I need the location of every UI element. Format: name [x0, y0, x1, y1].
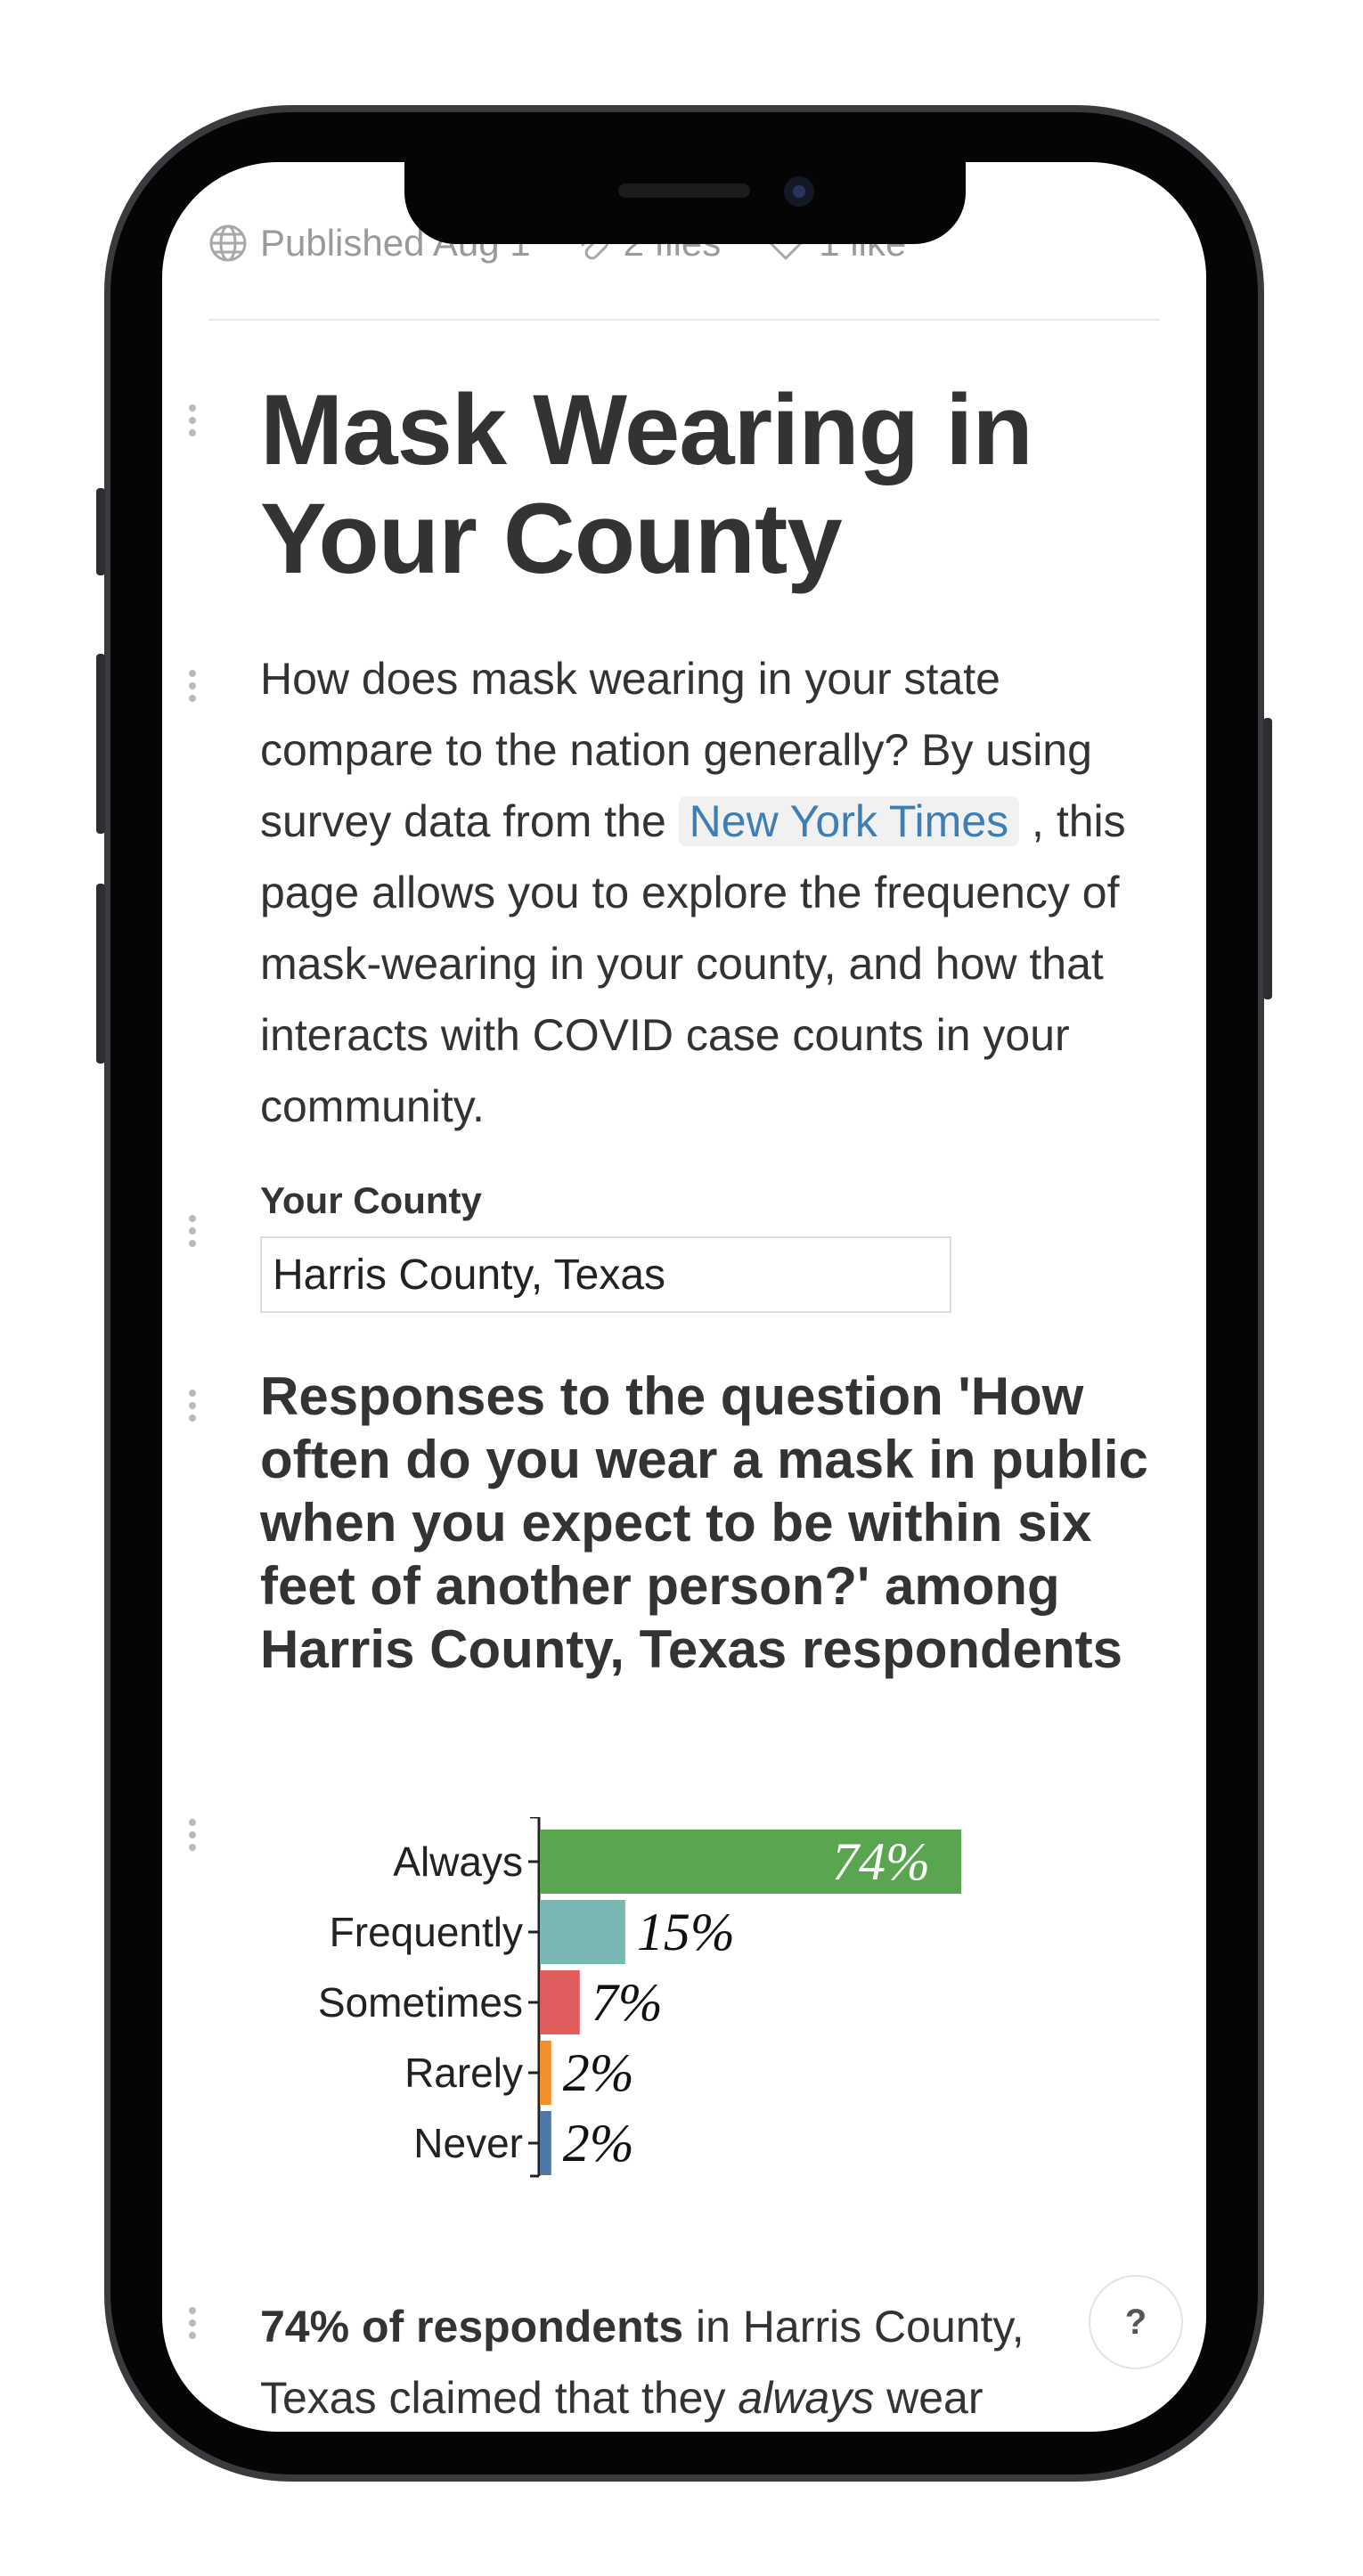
bar-sometimes	[540, 1970, 580, 2034]
data-label-always: 74%	[832, 1832, 930, 1891]
county-label: Your County	[260, 1179, 482, 1221]
tick-label-always: Always	[393, 1838, 523, 1885]
drag-handle[interactable]	[189, 1215, 198, 1247]
bar-frequently	[540, 1900, 625, 1964]
silent-switch	[96, 488, 105, 575]
screen: Published Aug 1 2 files 1 like Mask Wear…	[162, 162, 1206, 2432]
notch	[404, 151, 966, 244]
help-button[interactable]: ?	[1089, 2275, 1183, 2369]
tick-label-rarely: Rarely	[404, 2050, 523, 2096]
data-label-frequently: 15%	[637, 1903, 735, 1961]
drag-handle[interactable]	[189, 404, 198, 436]
data-label-sometimes: 7%	[592, 1973, 663, 2032]
data-label-never: 2%	[563, 2114, 634, 2172]
front-camera	[784, 176, 814, 207]
bar-rarely	[540, 2041, 551, 2105]
chart-heading: Responses to the question 'How often do …	[260, 1366, 1148, 1679]
globe-icon	[208, 224, 248, 263]
county-input[interactable]	[260, 1236, 951, 1313]
meta-divider	[208, 319, 1160, 321]
speaker-grille	[618, 183, 750, 198]
summary-bold: 74% of respondents	[260, 2302, 684, 2352]
data-label-rarely: 2%	[563, 2043, 634, 2102]
summary-text-end: wear	[874, 2373, 983, 2423]
drag-handle[interactable]	[189, 1819, 198, 1851]
tick-label-frequently: Frequently	[330, 1909, 523, 1955]
summary-emphasis: always	[738, 2373, 875, 2423]
drag-handle[interactable]	[189, 2307, 198, 2339]
response-chart: Always 74% Frequently 15% Sometimes 7% Rarely 2…	[318, 1817, 961, 2178]
page-title: Mask Wearing in Your County	[260, 374, 1033, 594]
summary-paragraph: 74% of respondents in Harris County, Tex…	[260, 2291, 1151, 2432]
bar-never	[540, 2111, 551, 2175]
nyt-link[interactable]: New York Times	[678, 796, 1020, 846]
power-button	[1263, 718, 1272, 999]
volume-down-button	[96, 884, 105, 1064]
volume-up-button	[96, 654, 105, 834]
drag-handle[interactable]	[189, 670, 198, 702]
intro-paragraph: How does mask wearing in your state comp…	[260, 643, 1133, 1142]
tick-label-never: Never	[413, 2120, 523, 2166]
drag-handle[interactable]	[189, 1390, 198, 1422]
intro-text-end: , this page allows you to explore the fr…	[260, 796, 1126, 1131]
tick-label-sometimes: Sometimes	[318, 1979, 523, 2026]
